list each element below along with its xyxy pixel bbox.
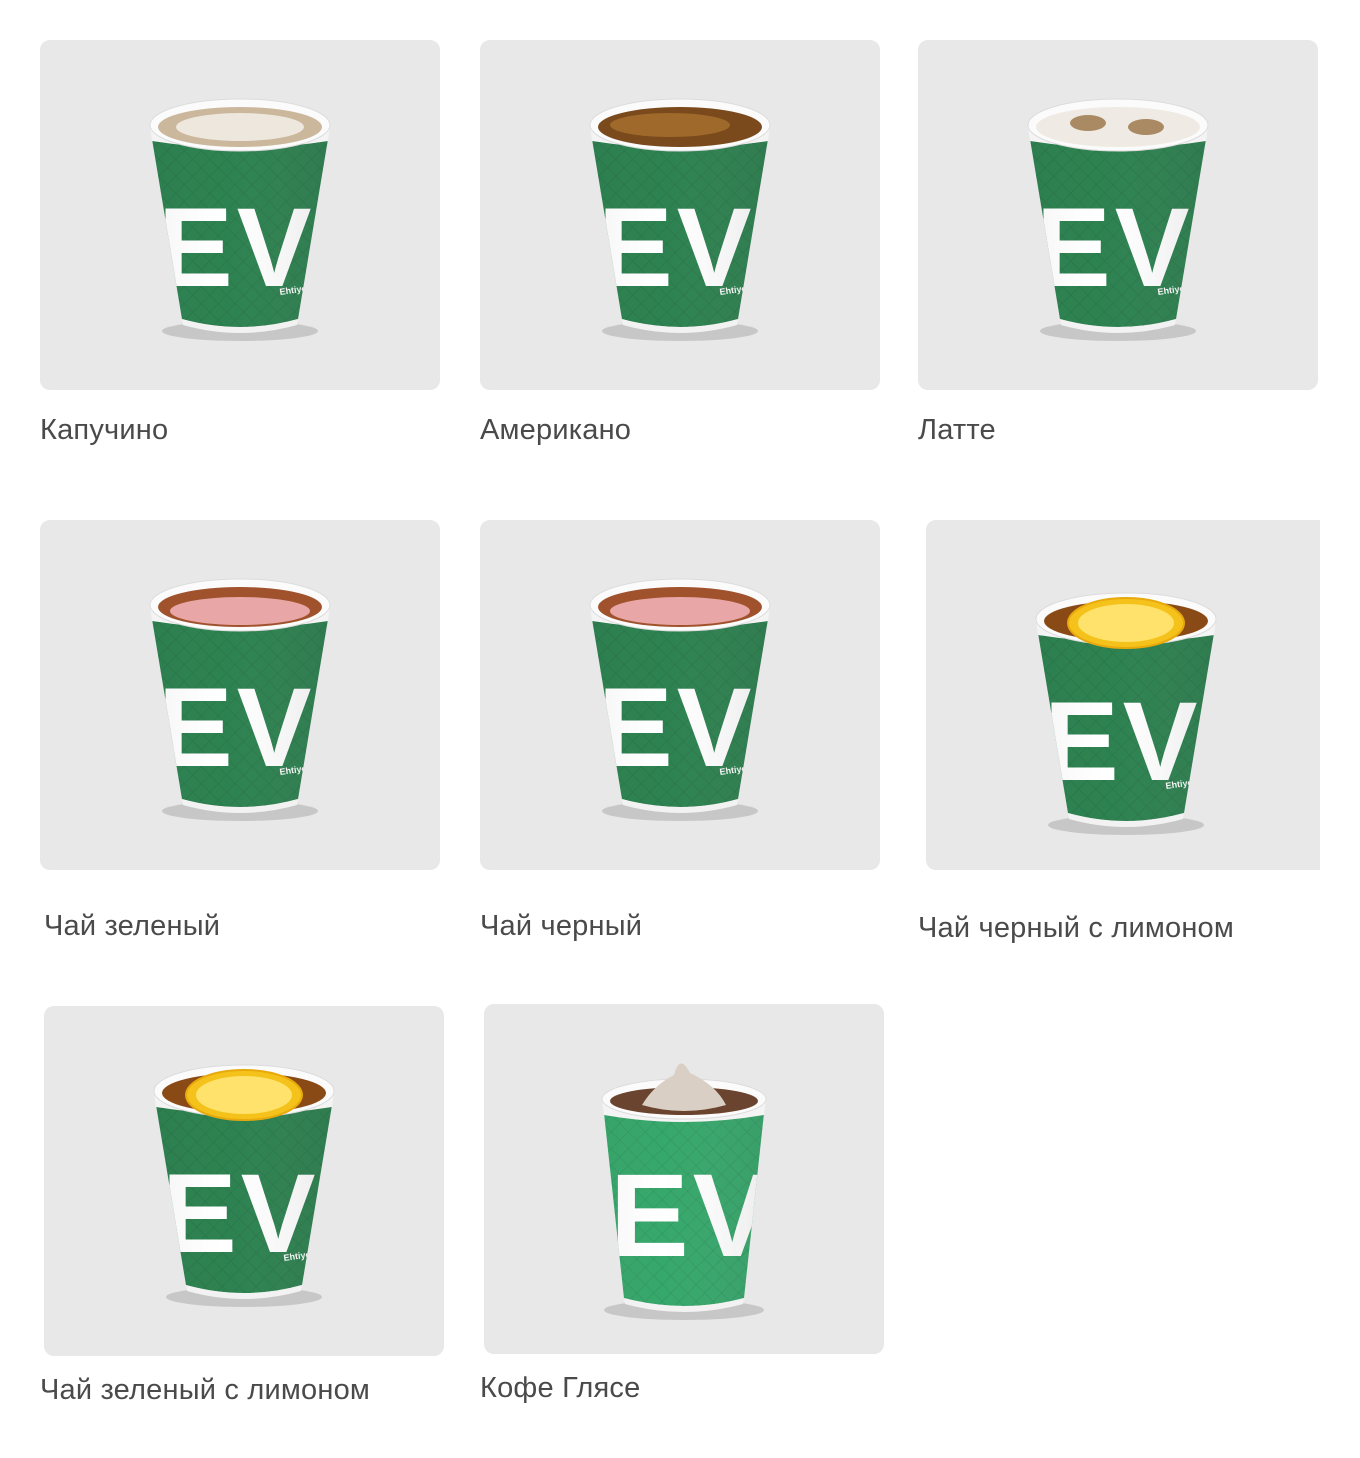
product-name[interactable]: Латте: [918, 414, 996, 447]
foam-spot: [1128, 119, 1164, 135]
product-image[interactable]: EVOEhtiyot bo'ling: [926, 520, 1320, 870]
product-image[interactable]: EVOEhtiyot bo'ling: [480, 520, 880, 870]
product-name[interactable]: Капучино: [40, 414, 168, 447]
product-name[interactable]: Чай зеленый: [44, 910, 220, 943]
product-name[interactable]: Американо: [480, 414, 631, 447]
product-image[interactable]: EVOEhtiyot bo'ling: [40, 40, 440, 390]
milk-foam: [176, 113, 304, 141]
product-name[interactable]: Чай зеленый с лимоном: [40, 1374, 370, 1407]
crema: [610, 113, 730, 137]
product-name[interactable]: Чай черный с лимоном: [918, 912, 1234, 945]
product-image[interactable]: EVOEhtiyot bo'ling: [44, 1006, 444, 1356]
product-image[interactable]: EVOEhtiyot bo'ling: [480, 40, 880, 390]
drink-surface: [1036, 107, 1200, 147]
foam-spot: [1070, 115, 1106, 131]
cup-sleeve: EVOEhtiyot bo'ling: [1038, 633, 1214, 821]
product-name[interactable]: Чай черный: [480, 910, 642, 943]
lemon-flesh: [196, 1076, 292, 1114]
tea-reflection: [170, 597, 310, 625]
tea-reflection: [610, 597, 750, 625]
product-name[interactable]: Кофе Глясе: [480, 1372, 640, 1405]
product-image[interactable]: EVOEhtiyot bo'ling: [918, 40, 1318, 390]
product-image[interactable]: EVO: [484, 1004, 884, 1354]
product-image[interactable]: EVOEhtiyot bo'ling: [40, 520, 440, 870]
cup-sleeve: EVO: [604, 1113, 764, 1306]
lemon-flesh: [1078, 604, 1174, 642]
